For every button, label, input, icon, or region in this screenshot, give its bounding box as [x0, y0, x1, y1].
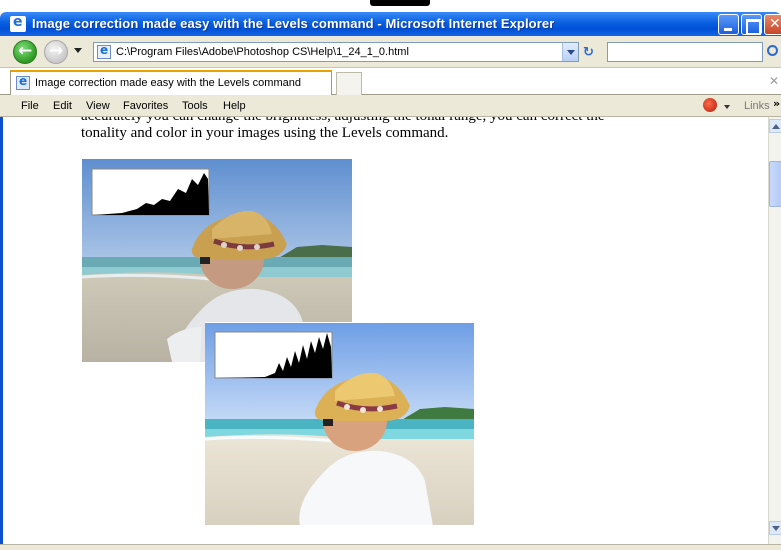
address-bar[interactable]: C:\Program Files\Adobe\Photoshop CS\Help… [93, 42, 579, 62]
toolbar-dropdown-icon[interactable] [724, 105, 730, 109]
forward-arrow-icon[interactable] [44, 40, 68, 64]
history-dropdown-icon[interactable] [74, 48, 82, 53]
scroll-up-icon[interactable] [769, 119, 781, 133]
page-content[interactable]: accurately you can change the brightness… [10, 117, 768, 544]
address-url[interactable]: C:\Program Files\Adobe\Photoshop CS\Help… [116, 46, 409, 58]
address-dropdown-icon[interactable] [562, 43, 578, 61]
menu-help[interactable]: Help [223, 100, 246, 112]
back-arrow-icon[interactable] [13, 40, 37, 64]
tab-label: Image correction made easy with the Leve… [35, 77, 301, 89]
close-icon[interactable]: ✕ [769, 74, 779, 88]
title-bar[interactable]: Image correction made easy with the Leve… [0, 12, 781, 36]
vertical-scrollbar[interactable] [768, 117, 781, 544]
after-levels-photo [205, 322, 474, 525]
close-window-button[interactable] [764, 14, 781, 35]
window-left-border [0, 117, 10, 550]
menu-bar: File Edit View Favorites Tools Help Link… [0, 95, 781, 117]
menu-tools[interactable]: Tools [182, 100, 208, 112]
tab-levels-command[interactable]: Image correction made easy with the Leve… [10, 70, 332, 95]
menu-file[interactable]: File [21, 100, 39, 112]
minimize-button[interactable] [718, 14, 739, 35]
menu-favorites[interactable]: Favorites [123, 100, 168, 112]
internet-explorer-icon[interactable] [10, 14, 26, 32]
screen-artifact [370, 0, 430, 6]
links-label[interactable]: Links [744, 100, 770, 112]
tab-page-icon [16, 74, 30, 90]
maximize-button[interactable] [741, 14, 762, 35]
tab-bar: Image correction made easy with the Leve… [0, 68, 781, 95]
menu-edit[interactable]: Edit [53, 100, 72, 112]
menu-view[interactable]: View [86, 100, 110, 112]
address-toolbar: C:\Program Files\Adobe\Photoshop CS\Help… [0, 36, 781, 68]
search-input[interactable] [607, 42, 763, 62]
window-title: Image correction made easy with the Leve… [32, 16, 555, 31]
refresh-icon[interactable]: ↻ [583, 45, 594, 60]
page-icon [97, 43, 111, 59]
body-text-partial: accurately you can change the brightness… [81, 117, 605, 125]
scroll-thumb[interactable] [769, 161, 781, 207]
toolbar-tool-icon[interactable] [703, 98, 717, 112]
new-tab-button[interactable] [336, 72, 362, 95]
status-bar [0, 544, 781, 550]
screen-top-strip [0, 0, 781, 12]
body-text: tonality and color in your images using … [81, 125, 449, 141]
search-icon[interactable] [767, 45, 778, 56]
links-more-icon[interactable]: » [773, 97, 780, 110]
scroll-down-icon[interactable] [769, 521, 781, 535]
